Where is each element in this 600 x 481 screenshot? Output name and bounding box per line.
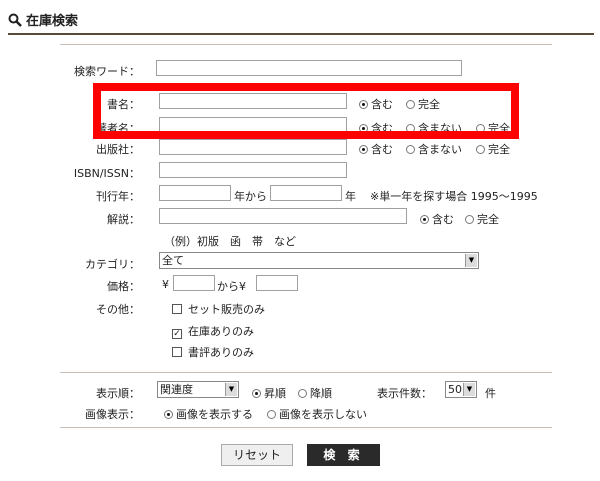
- publisher-radio-contains[interactable]: 含む: [359, 141, 393, 157]
- publisher-radio-contains-label: 含む: [371, 143, 393, 156]
- radio-icon: [476, 145, 485, 154]
- checkbox-checked-icon: ✓: [172, 329, 182, 339]
- radio-icon: [465, 215, 474, 224]
- display-count-label: 表示件数：: [377, 387, 432, 400]
- year-to-input[interactable]: [270, 185, 342, 201]
- description-input[interactable]: [159, 208, 407, 224]
- order-desc-radio[interactable]: 降順: [298, 385, 332, 401]
- radio-icon: [298, 389, 307, 398]
- price-currency: ¥: [162, 278, 169, 291]
- publisher-label: 出版社：: [96, 143, 140, 156]
- image-display-label: 画像表示：: [85, 408, 140, 421]
- image-hide-radio[interactable]: 画像を表示しない: [267, 406, 367, 422]
- radio-icon: [267, 410, 276, 419]
- keyword-label: 検索ワード：: [74, 65, 140, 78]
- description-radio-contains[interactable]: 含む: [420, 211, 454, 227]
- other-has-review[interactable]: 書評ありのみ: [172, 344, 254, 360]
- price-label: 価格：: [107, 280, 140, 293]
- page-title: 在庫検索: [8, 10, 78, 29]
- display-order-select[interactable]: 関連度 ▼: [157, 381, 239, 398]
- radio-icon: [420, 215, 429, 224]
- section-divider-middle: [60, 372, 552, 373]
- display-count-unit: 件: [485, 387, 496, 400]
- publisher-radio-exact-label: 完全: [488, 143, 510, 156]
- price-middle: から¥: [217, 280, 246, 293]
- isbn-input[interactable]: [159, 162, 347, 178]
- description-label: 解説：: [107, 213, 140, 226]
- year-from-input[interactable]: [159, 185, 231, 201]
- display-count-value: 50: [448, 383, 462, 396]
- radio-icon: [164, 410, 173, 419]
- description-radio-contains-label: 含む: [432, 213, 454, 226]
- radio-icon: [406, 145, 415, 154]
- search-button[interactable]: 検 索: [307, 444, 380, 466]
- year-from-suffix: 年から: [234, 190, 267, 203]
- other-label: その他：: [96, 303, 140, 316]
- radio-icon: [359, 145, 368, 154]
- price-min-input[interactable]: [173, 275, 215, 291]
- display-order-label: 表示順：: [96, 387, 140, 400]
- page-title-text: 在庫検索: [26, 14, 79, 29]
- other-set-only[interactable]: セット販売のみ: [172, 301, 265, 317]
- section-divider-bottom: [60, 427, 552, 428]
- category-select[interactable]: 全て ▼: [159, 252, 479, 269]
- section-divider-top: [60, 44, 552, 45]
- search-icon: [8, 13, 22, 27]
- description-radio-exact[interactable]: 完全: [465, 211, 499, 227]
- title-divider: [8, 33, 594, 35]
- chevron-down-icon: ▼: [463, 383, 475, 396]
- other-in-stock-label: 在庫ありのみ: [188, 325, 254, 338]
- checkbox-icon: [172, 347, 182, 357]
- year-note: ※単一年を探す場合 1995～1995: [370, 190, 538, 203]
- price-max-input[interactable]: [256, 275, 298, 291]
- other-in-stock[interactable]: ✓ 在庫ありのみ: [172, 323, 254, 339]
- image-show-radio[interactable]: 画像を表示する: [164, 406, 253, 422]
- publisher-radio-exclude[interactable]: 含まない: [406, 141, 462, 157]
- highlight-box: [93, 83, 519, 139]
- image-hide-label: 画像を表示しない: [279, 408, 367, 421]
- order-asc-label: 昇順: [264, 387, 286, 400]
- year-to-suffix: 年: [345, 190, 356, 203]
- checkbox-icon: [172, 304, 182, 314]
- year-label: 刊行年：: [96, 190, 140, 203]
- reset-button[interactable]: リセット: [221, 444, 293, 466]
- publisher-input[interactable]: [159, 139, 347, 155]
- isbn-label: ISBN/ISSN：: [73, 167, 140, 180]
- display-order-value: 関連度: [160, 383, 193, 396]
- chevron-down-icon: ▼: [225, 383, 237, 396]
- keyword-input[interactable]: [156, 60, 462, 76]
- radio-icon: [252, 389, 261, 398]
- chevron-down-icon: ▼: [465, 254, 477, 267]
- order-asc-radio[interactable]: 昇順: [252, 385, 286, 401]
- category-select-value: 全て: [162, 254, 184, 267]
- display-count-select[interactable]: 50 ▼: [445, 381, 477, 398]
- publisher-radio-exact[interactable]: 完全: [476, 141, 510, 157]
- other-has-review-label: 書評ありのみ: [188, 346, 254, 359]
- description-radio-exact-label: 完全: [477, 213, 499, 226]
- image-show-label: 画像を表示する: [176, 408, 253, 421]
- description-example: （例）初版 函 帯 など: [164, 235, 296, 248]
- order-desc-label: 降順: [310, 387, 332, 400]
- publisher-radio-exclude-label: 含まない: [418, 143, 462, 156]
- other-set-only-label: セット販売のみ: [188, 303, 265, 316]
- category-label: カテゴリ：: [85, 258, 140, 271]
